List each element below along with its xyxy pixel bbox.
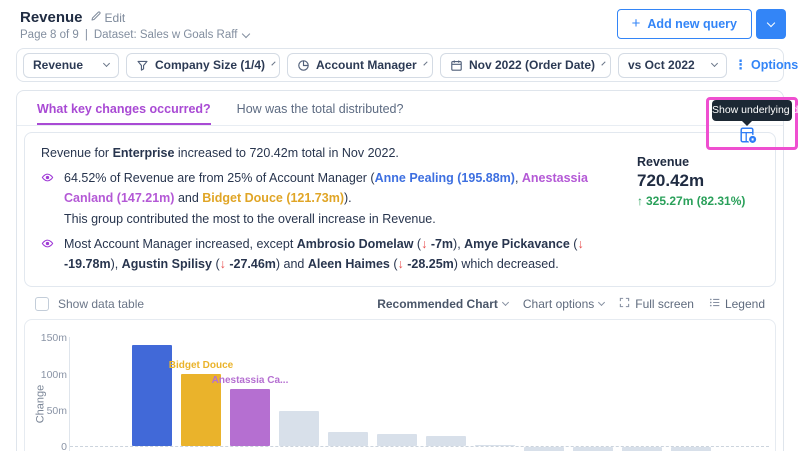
chevron-down-icon <box>710 59 719 68</box>
chevron-down-icon <box>501 298 509 306</box>
insight-text-block: Revenue for Enterprise increased to 720.… <box>25 133 627 286</box>
page-title: Revenue <box>20 9 83 26</box>
pencil-icon <box>90 10 102 25</box>
chevron-down-icon <box>766 18 776 28</box>
legend-icon <box>709 297 720 311</box>
chevron-down-icon <box>601 61 606 66</box>
tab-key-changes[interactable]: What key changes occurred? <box>37 91 211 125</box>
bar-label: Anestassia Ca... <box>211 375 289 387</box>
legend-toggle-button[interactable]: Legend <box>709 297 765 311</box>
eye-icon <box>41 168 54 229</box>
chevron-down-icon <box>423 61 428 66</box>
insight-summary: Revenue for Enterprise increased to 720.… <box>41 146 399 160</box>
chart-bar[interactable] <box>279 411 319 446</box>
insight-bullet: 64.52% of Revenue are from 25% of Accoun… <box>41 168 617 229</box>
zero-gridline <box>70 446 769 447</box>
chart-card: Change 150m100m50m0-50m Bidget DouceAnes… <box>24 319 776 451</box>
show-underlying-data-tooltip: Show underlying data <box>712 100 800 126</box>
edit-button[interactable]: Edit <box>90 10 126 25</box>
edit-label: Edit <box>104 10 126 25</box>
bar-chart-plot: Bidget Douce Anestassia Ca... <box>69 337 769 451</box>
y-axis-tick: 0 <box>61 441 67 451</box>
query-pill[interactable]: Nov 2022 (Order Date) <box>440 52 611 78</box>
query-pill-label: Nov 2022 (Order Date) <box>469 58 596 72</box>
tab-total-distributed[interactable]: How was the total distributed? <box>237 91 404 125</box>
chart-bar[interactable] <box>426 435 466 446</box>
chart-bar[interactable] <box>573 447 613 451</box>
insight-bullet: Most Account Manager increased, except A… <box>41 234 617 275</box>
bar-label: Bidget Douce <box>168 360 234 372</box>
kpi-change: ↑ 325.27m (82.31%) <box>637 194 767 208</box>
query-pill-label: Account Manager <box>316 58 417 72</box>
y-axis-tick: 50m <box>46 404 67 417</box>
pie-icon <box>297 59 310 72</box>
chevron-down-icon <box>102 59 111 68</box>
show-underlying-data-button[interactable] <box>737 127 759 147</box>
chart-bar[interactable] <box>328 431 368 446</box>
chart-bar[interactable] <box>377 434 417 446</box>
chevron-down-icon <box>242 29 251 38</box>
query-pills: Revenue Company Size (1/4) Account Manager… <box>23 52 727 78</box>
chart-bar[interactable] <box>622 447 662 451</box>
options-label: Options <box>751 58 799 72</box>
kpi-change-value: 325.27m (82.31%) <box>646 194 746 208</box>
insight-bullet-text: 64.52% of Revenue are from 25% of Accoun… <box>64 171 588 226</box>
chart-options-dropdown[interactable]: Chart options <box>523 297 606 311</box>
y-axis-tick: 150m <box>40 332 67 345</box>
chevron-down-icon <box>271 61 276 66</box>
add-new-query-button[interactable]: + Add new query <box>616 9 752 39</box>
query-pill[interactable]: vs Oct 2022 <box>618 52 727 78</box>
page-indicator: Page 8 of 9 <box>20 29 79 41</box>
full-screen-icon <box>619 297 630 311</box>
chart-bar[interactable] <box>671 447 711 451</box>
tab-bar: What key changes occurred? How was the t… <box>17 91 783 126</box>
underlying-data-table-icon <box>739 126 758 148</box>
kpi-title: Revenue <box>637 155 690 169</box>
chart-bar[interactable] <box>132 344 172 446</box>
chart-bar[interactable] <box>524 447 564 451</box>
separator: | <box>84 29 88 41</box>
plus-icon: + <box>631 15 641 32</box>
add-query-dropdown-button[interactable] <box>756 9 786 39</box>
query-pill[interactable]: Revenue <box>23 52 119 78</box>
query-pill-label: Company Size (1/4) <box>155 58 266 72</box>
insight-card: Revenue for Enterprise increased to 720.… <box>24 132 776 288</box>
calendar-icon <box>450 59 463 72</box>
page-header: Revenue Edit Page 8 of 9 | Dataset: Sale… <box>0 0 800 41</box>
chart-toolbar: Show data table Recommended Chart Chart … <box>27 291 773 316</box>
insight-bullet-text: Most Account Manager increased, except A… <box>64 236 584 271</box>
dataset-label: Dataset: Sales w Goals Raff <box>93 29 238 41</box>
query-builder-bar: Revenue Company Size (1/4) Account Manager… <box>16 48 798 82</box>
query-pill-label: vs Oct 2022 <box>628 58 695 72</box>
full-screen-button[interactable]: Full screen <box>619 297 694 311</box>
eye-icon <box>41 234 54 275</box>
kpi-value: 720.42m <box>637 171 705 190</box>
recommended-chart-dropdown[interactable]: Recommended Chart <box>377 297 509 311</box>
options-button[interactable]: ⋮ Options <box>734 58 798 72</box>
kebab-menu-icon: ⋮ <box>734 57 747 73</box>
show-data-table-checkbox[interactable] <box>35 296 49 311</box>
show-data-table-label: Show data table <box>58 296 145 311</box>
header-actions: + Add new query <box>616 9 786 39</box>
add-new-query-label: Add new query <box>647 17 737 31</box>
kpi-panel: Revenue 720.42m ↑ 325.27m (82.31%) <box>627 133 775 286</box>
chart-bar[interactable] <box>475 444 515 446</box>
filter-icon <box>136 59 149 72</box>
insight-panel: What key changes occurred? How was the t… <box>16 90 784 451</box>
up-arrow-icon: ↑ <box>637 194 643 208</box>
header-left: Revenue Edit Page 8 of 9 | Dataset: Sale… <box>20 9 251 41</box>
query-pill[interactable]: Company Size (1/4) <box>126 52 280 78</box>
query-pill-label: Revenue <box>33 58 84 72</box>
query-pill[interactable]: Account Manager <box>287 52 433 78</box>
y-axis-tick: 100m <box>40 368 67 381</box>
dataset-selector[interactable]: Dataset: Sales w Goals Raff <box>93 29 251 41</box>
chevron-down-icon <box>598 298 606 306</box>
chart-bar[interactable] <box>230 389 270 446</box>
analytics-dashboard: Revenue Edit Page 8 of 9 | Dataset: Sale… <box>0 0 800 451</box>
